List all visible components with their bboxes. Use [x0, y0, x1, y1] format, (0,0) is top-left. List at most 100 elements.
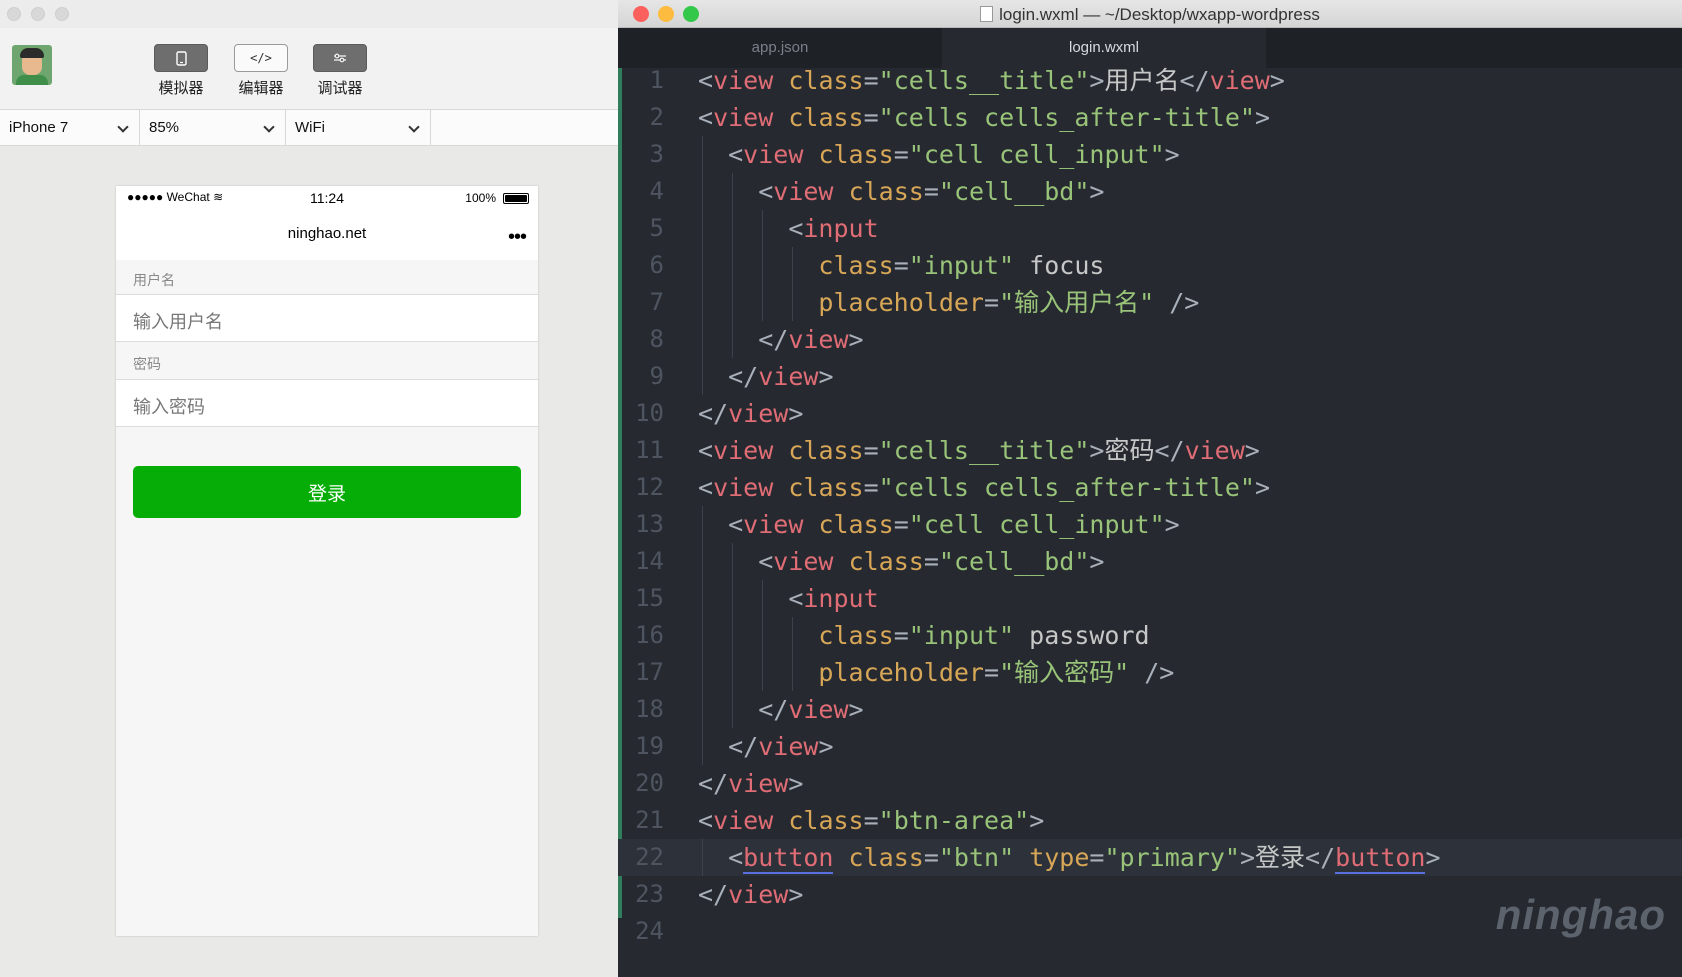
zoom-select-value: 85% [149, 119, 180, 136]
editor-label: 编辑器 [238, 80, 284, 97]
code-line[interactable]: 5 <input [618, 210, 1682, 247]
code-text: placeholder="输入用户名" /> [818, 288, 1200, 317]
user-avatar[interactable] [12, 45, 52, 85]
code-line[interactable]: 13 <view class="cell cell_input"> [618, 506, 1682, 543]
status-bar: ●●●●● WeChat ≋ 11:24 100% [116, 186, 538, 208]
zoom-window-button[interactable] [55, 7, 69, 21]
indent-guide [762, 210, 764, 247]
indent-guide [792, 654, 794, 691]
code-line[interactable]: 18 </view> [618, 691, 1682, 728]
indent-guide [762, 617, 764, 654]
code-line[interactable]: 6 class="input" focus [618, 247, 1682, 284]
editor-window-title: login.wxml — ~/Desktop/wxapp-wordpress [618, 5, 1682, 25]
code-text: <view class="cells cells_after-title"> [698, 103, 1271, 132]
code-text: </view> [728, 732, 834, 761]
code-line[interactable]: 22 <button class="btn" type="primary">登录… [618, 839, 1682, 876]
simulator-tool[interactable]: 模拟器 [154, 44, 208, 98]
chevron-down-icon [408, 121, 420, 133]
phone-icon[interactable] [154, 44, 208, 72]
indent-guide [732, 321, 734, 358]
code-line[interactable]: 3 <view class="cell cell_input"> [618, 136, 1682, 173]
code-text: <view class="cell cell_input"> [728, 510, 1180, 539]
minimize-window-button[interactable] [31, 7, 45, 21]
code-line[interactable]: 1 <view class="cells__title">用户名</view> [618, 62, 1682, 99]
code-line[interactable]: 4 <view class="cell__bd"> [618, 173, 1682, 210]
line-number: 7 [649, 288, 664, 316]
code-text: <view class="cells__title">用户名</view> [698, 66, 1285, 95]
devtools-window: 模拟器 </> 编辑器 调试器 iPhone 7 85% WiFi ●●●●● … [0, 0, 618, 977]
code-line[interactable]: 10 </view> [618, 395, 1682, 432]
code-text: <view class="cell cell_input"> [728, 140, 1180, 169]
indent-guide [762, 580, 764, 617]
nav-title: ninghao.net [287, 225, 367, 242]
line-number: 23 [635, 880, 664, 908]
indent-guide [732, 580, 734, 617]
code-line[interactable]: 7 placeholder="输入用户名" /> [618, 284, 1682, 321]
username-field[interactable]: 输入用户名 [116, 294, 538, 342]
indent-guide [732, 543, 734, 580]
line-number: 21 [635, 806, 664, 834]
code-text: <view class="cell__bd"> [758, 547, 1105, 576]
line-number: 18 [635, 695, 664, 723]
code-editor-window: login.wxml — ~/Desktop/wxapp-wordpress a… [618, 0, 1682, 977]
line-number: 19 [635, 732, 664, 760]
simulator-label: 模拟器 [158, 80, 204, 97]
indent-guide [732, 247, 734, 284]
code-line[interactable]: 17 placeholder="输入密码" /> [618, 654, 1682, 691]
code-line[interactable]: 15 <input [618, 580, 1682, 617]
code-line[interactable]: 2 <view class="cells cells_after-title"> [618, 99, 1682, 136]
code-line[interactable]: 19 </view> [618, 728, 1682, 765]
indent-guide [702, 210, 703, 247]
indent-guide [732, 284, 734, 321]
network-select-value: WiFi [295, 119, 325, 136]
line-number: 6 [649, 251, 664, 279]
code-text: class="input" password [818, 621, 1150, 650]
devtools-toolbar: 模拟器 </> 编辑器 调试器 [0, 28, 618, 110]
password-field[interactable]: 输入密码 [116, 379, 538, 427]
code-icon[interactable]: </> [234, 44, 288, 72]
editor-titlebar: login.wxml — ~/Desktop/wxapp-wordpress [618, 0, 1682, 28]
battery-icon [503, 193, 529, 204]
indent-guide [732, 617, 734, 654]
indent-guide [702, 358, 703, 395]
sliders-icon[interactable] [313, 44, 367, 72]
code-line[interactable]: 20 </view> [618, 765, 1682, 802]
login-button[interactable]: 登录 [133, 466, 521, 518]
device-select-value: iPhone 7 [9, 119, 69, 136]
nav-bar: ninghao.net ••• [116, 208, 538, 260]
line-number: 9 [649, 362, 664, 390]
indent-guide [702, 247, 703, 284]
indent-guide [702, 580, 703, 617]
code-line[interactable]: 11 <view class="cells__title">密码</view> [618, 432, 1682, 469]
code-line[interactable]: 8 </view> [618, 321, 1682, 358]
code-text: <button class="btn" type="primary">登录</b… [728, 843, 1441, 874]
device-options-bar: iPhone 7 85% WiFi [0, 110, 618, 146]
line-number: 11 [635, 436, 664, 464]
close-window-button[interactable] [7, 7, 21, 21]
indent-guide [702, 506, 703, 543]
editor-tool[interactable]: </> 编辑器 [234, 44, 288, 98]
indent-guide [732, 654, 734, 691]
indent-guide [702, 321, 703, 358]
code-text: <view class="cells__title">密码</view> [698, 436, 1260, 465]
devtools-titlebar [0, 0, 618, 28]
code-line[interactable]: 16 class="input" password [618, 617, 1682, 654]
code-line[interactable]: 9 </view> [618, 358, 1682, 395]
code-text: placeholder="输入密码" /> [818, 658, 1175, 687]
line-number: 17 [635, 658, 664, 686]
code-line[interactable]: 12 <view class="cells cells_after-title"> [618, 469, 1682, 506]
zoom-select[interactable]: 85% [140, 110, 286, 146]
indent-guide [762, 247, 764, 284]
device-select[interactable]: iPhone 7 [0, 110, 140, 146]
file-icon [980, 6, 994, 22]
network-select[interactable]: WiFi [286, 110, 431, 146]
code-line[interactable]: 14 <view class="cell__bd"> [618, 543, 1682, 580]
chevron-down-icon [263, 121, 275, 133]
indent-guide [732, 210, 734, 247]
watermark: ninghao [1495, 891, 1666, 938]
more-icon[interactable]: ••• [508, 226, 527, 249]
indent-guide [702, 691, 703, 728]
indent-guide [732, 173, 734, 210]
debugger-tool[interactable]: 调试器 [313, 44, 367, 98]
code-line[interactable]: 21 <view class="btn-area"> [618, 802, 1682, 839]
